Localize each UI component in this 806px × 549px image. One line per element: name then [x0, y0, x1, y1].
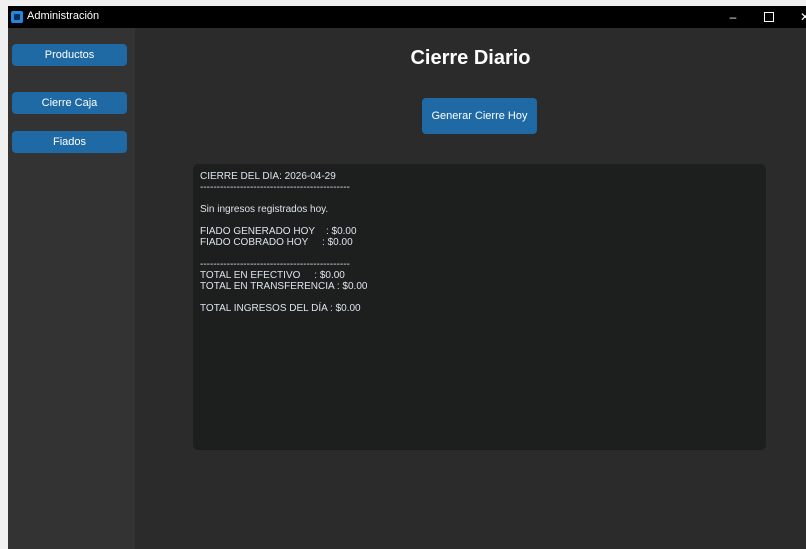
sidebar-button-productos[interactable]: Productos — [12, 44, 127, 66]
report-text[interactable]: CIERRE DEL DÍA: 2026-04-29 -------------… — [200, 171, 759, 443]
maximize-icon — [764, 11, 774, 22]
page-title: Cierre Diario — [410, 47, 531, 69]
close-button[interactable]: ✕ — [788, 6, 806, 28]
window-title: Administración — [27, 10, 100, 22]
report-textbox[interactable]: CIERRE DEL DÍA: 2026-04-29 -------------… — [193, 164, 766, 450]
maximize-button[interactable] — [752, 6, 786, 28]
minimize-button[interactable]: – — [716, 6, 750, 28]
app-icon — [11, 11, 23, 23]
sidebar-button-fiados[interactable]: Fiados — [12, 131, 127, 153]
app-window: Administración – ✕ Productos Cierre Caja… — [8, 6, 806, 549]
main-panel: Cierre Diario Generar Cierre Hoy CIERRE … — [135, 28, 806, 549]
sidebar-button-cierre-caja[interactable]: Cierre Caja — [12, 92, 127, 114]
sidebar: Productos Cierre Caja Fiados — [8, 28, 135, 549]
generate-close-button[interactable]: Generar Cierre Hoy — [422, 98, 537, 134]
title-bar[interactable]: Administración – ✕ — [8, 6, 806, 28]
